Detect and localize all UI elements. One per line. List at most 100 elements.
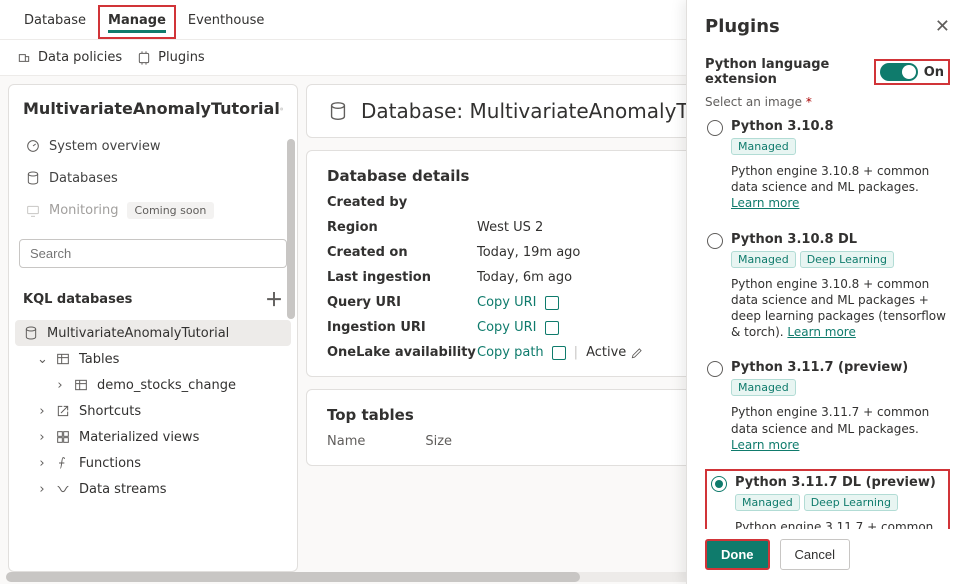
option-description: Python engine 3.11.7 + common data scien… xyxy=(731,404,948,453)
shortcut-icon xyxy=(55,403,71,419)
created-on-label: Created on xyxy=(327,245,477,260)
learn-more-link[interactable]: Learn more xyxy=(731,438,799,452)
nav-monitoring: Monitoring Coming soon xyxy=(19,194,287,227)
database-icon xyxy=(327,100,349,122)
data-policies-button[interactable]: Data policies xyxy=(16,50,122,66)
tree-mat-views[interactable]: › Materialized views xyxy=(15,424,291,450)
onelake-status: Active xyxy=(586,345,626,360)
tree-shortcuts-label: Shortcuts xyxy=(79,404,141,419)
expand-icon[interactable] xyxy=(280,101,283,117)
tree-shortcuts[interactable]: › Shortcuts xyxy=(15,398,291,424)
table-icon xyxy=(73,377,89,393)
option-tag: Managed xyxy=(731,251,796,268)
flyout-title: Plugins xyxy=(705,16,780,37)
cancel-button[interactable]: Cancel xyxy=(780,539,850,570)
option-tag: Managed xyxy=(731,138,796,155)
plugin-icon xyxy=(136,50,152,66)
bottom-scrollbar-thumb[interactable] xyxy=(6,572,580,582)
learn-more-link[interactable]: Learn more xyxy=(731,196,799,210)
chevron-right-icon: › xyxy=(37,430,47,445)
chevron-right-icon: › xyxy=(37,404,47,419)
col-size: Size xyxy=(425,434,452,449)
image-options-list: Python 3.10.8 Managed Python engine 3.10.8… xyxy=(705,115,950,529)
last-ingestion-label: Last ingestion xyxy=(327,270,477,285)
tree-tables-label: Tables xyxy=(79,352,119,367)
option-tag: Managed xyxy=(731,379,796,396)
image-option-1[interactable]: Python 3.10.8 DL ManagedDeep Learning Pyth… xyxy=(705,228,950,347)
tree-functions-label: Functions xyxy=(79,456,141,471)
option-name: Python 3.11.7 (preview) xyxy=(731,360,948,375)
copy-query-uri-link[interactable]: Copy URI xyxy=(477,295,537,310)
database-tree: MultivariateAnomalyTutorial ⌄ Tables › d… xyxy=(9,316,297,512)
option-description: Python engine 3.10.8 + common data scien… xyxy=(731,163,948,212)
nav-monitoring-label: Monitoring xyxy=(49,203,119,218)
option-name: Python 3.10.8 xyxy=(731,119,948,134)
copy-icon[interactable] xyxy=(552,346,566,360)
radio-button[interactable] xyxy=(707,120,723,136)
kql-databases-header: KQL databases xyxy=(23,292,132,307)
nav-system-overview[interactable]: System overview xyxy=(19,130,287,162)
tab-manage[interactable]: Manage xyxy=(108,9,166,33)
database-icon xyxy=(25,170,41,186)
chevron-right-icon: › xyxy=(37,456,47,471)
image-option-3[interactable]: Python 3.11.7 DL (preview)ManagedDeep Le… xyxy=(705,469,950,529)
nav-databases-label: Databases xyxy=(49,171,118,186)
python-extension-toggle[interactable] xyxy=(880,63,918,81)
onelake-label: OneLake availability xyxy=(327,345,477,360)
tree-db-name: MultivariateAnomalyTutorial xyxy=(47,326,229,341)
grid-icon xyxy=(55,429,71,445)
tree-tables[interactable]: ⌄ Tables xyxy=(15,346,291,372)
table-icon xyxy=(55,351,71,367)
left-scrollbar[interactable] xyxy=(287,139,295,319)
tree-streams-label: Data streams xyxy=(79,482,167,497)
pencil-icon[interactable] xyxy=(630,346,644,360)
tree-functions[interactable]: › Functions xyxy=(15,450,291,476)
image-option-2[interactable]: Python 3.11.7 (preview) Managed Python eng… xyxy=(705,356,950,459)
gauge-icon xyxy=(25,138,41,154)
created-by-label: Created by xyxy=(327,195,477,210)
nav-databases[interactable]: Databases xyxy=(19,162,287,194)
region-label: Region xyxy=(327,220,477,235)
radio-button[interactable] xyxy=(707,361,723,377)
database-icon xyxy=(23,325,39,341)
option-description: Python engine 3.11.7 + common data scien… xyxy=(735,519,944,529)
tree-data-streams[interactable]: › Data streams xyxy=(15,476,291,502)
image-option-0[interactable]: Python 3.10.8 Managed Python engine 3.10.8… xyxy=(705,115,950,218)
tree-table-demo[interactable]: › demo_stocks_change xyxy=(15,372,291,398)
copy-icon[interactable] xyxy=(545,321,559,335)
left-title: MultivariateAnomalyTutorial xyxy=(23,99,280,118)
tree-table-demo-label: demo_stocks_change xyxy=(97,378,236,393)
option-name: Python 3.10.8 DL xyxy=(731,232,948,247)
monitor-icon xyxy=(25,203,41,219)
tree-db-root[interactable]: MultivariateAnomalyTutorial xyxy=(15,320,291,346)
copy-onelake-path-link[interactable]: Copy path xyxy=(477,345,544,360)
option-tag: Managed xyxy=(735,494,800,511)
highlight-manage: Manage xyxy=(98,5,176,39)
function-icon xyxy=(55,455,71,471)
learn-more-link[interactable]: Learn more xyxy=(787,325,855,339)
done-button[interactable]: Done xyxy=(705,539,770,570)
select-image-label: Select an image xyxy=(705,95,802,109)
search-input[interactable] xyxy=(19,239,287,268)
tab-eventhouse[interactable]: Eventhouse xyxy=(176,3,276,39)
data-policies-label: Data policies xyxy=(38,50,122,65)
copy-icon[interactable] xyxy=(545,296,559,310)
plugins-button[interactable]: Plugins xyxy=(136,50,205,66)
radio-button[interactable] xyxy=(711,476,727,492)
toggle-label: Python language extension xyxy=(705,57,874,87)
shield-icon xyxy=(16,50,32,66)
radio-button[interactable] xyxy=(707,233,723,249)
stream-icon xyxy=(55,481,71,497)
add-database-button[interactable]: ＋ xyxy=(265,286,283,312)
ingestion-uri-label: Ingestion URI xyxy=(327,320,477,335)
chevron-down-icon: ⌄ xyxy=(37,352,47,367)
copy-ingestion-uri-link[interactable]: Copy URI xyxy=(477,320,537,335)
option-description: Python engine 3.10.8 + common data scien… xyxy=(731,276,948,341)
tab-database[interactable]: Database xyxy=(12,3,98,39)
close-button[interactable]: ✕ xyxy=(935,18,950,36)
plugins-label: Plugins xyxy=(158,50,205,65)
option-tag: Deep Learning xyxy=(804,494,898,511)
col-name: Name xyxy=(327,434,365,449)
option-tag: Deep Learning xyxy=(800,251,894,268)
query-uri-label: Query URI xyxy=(327,295,477,310)
